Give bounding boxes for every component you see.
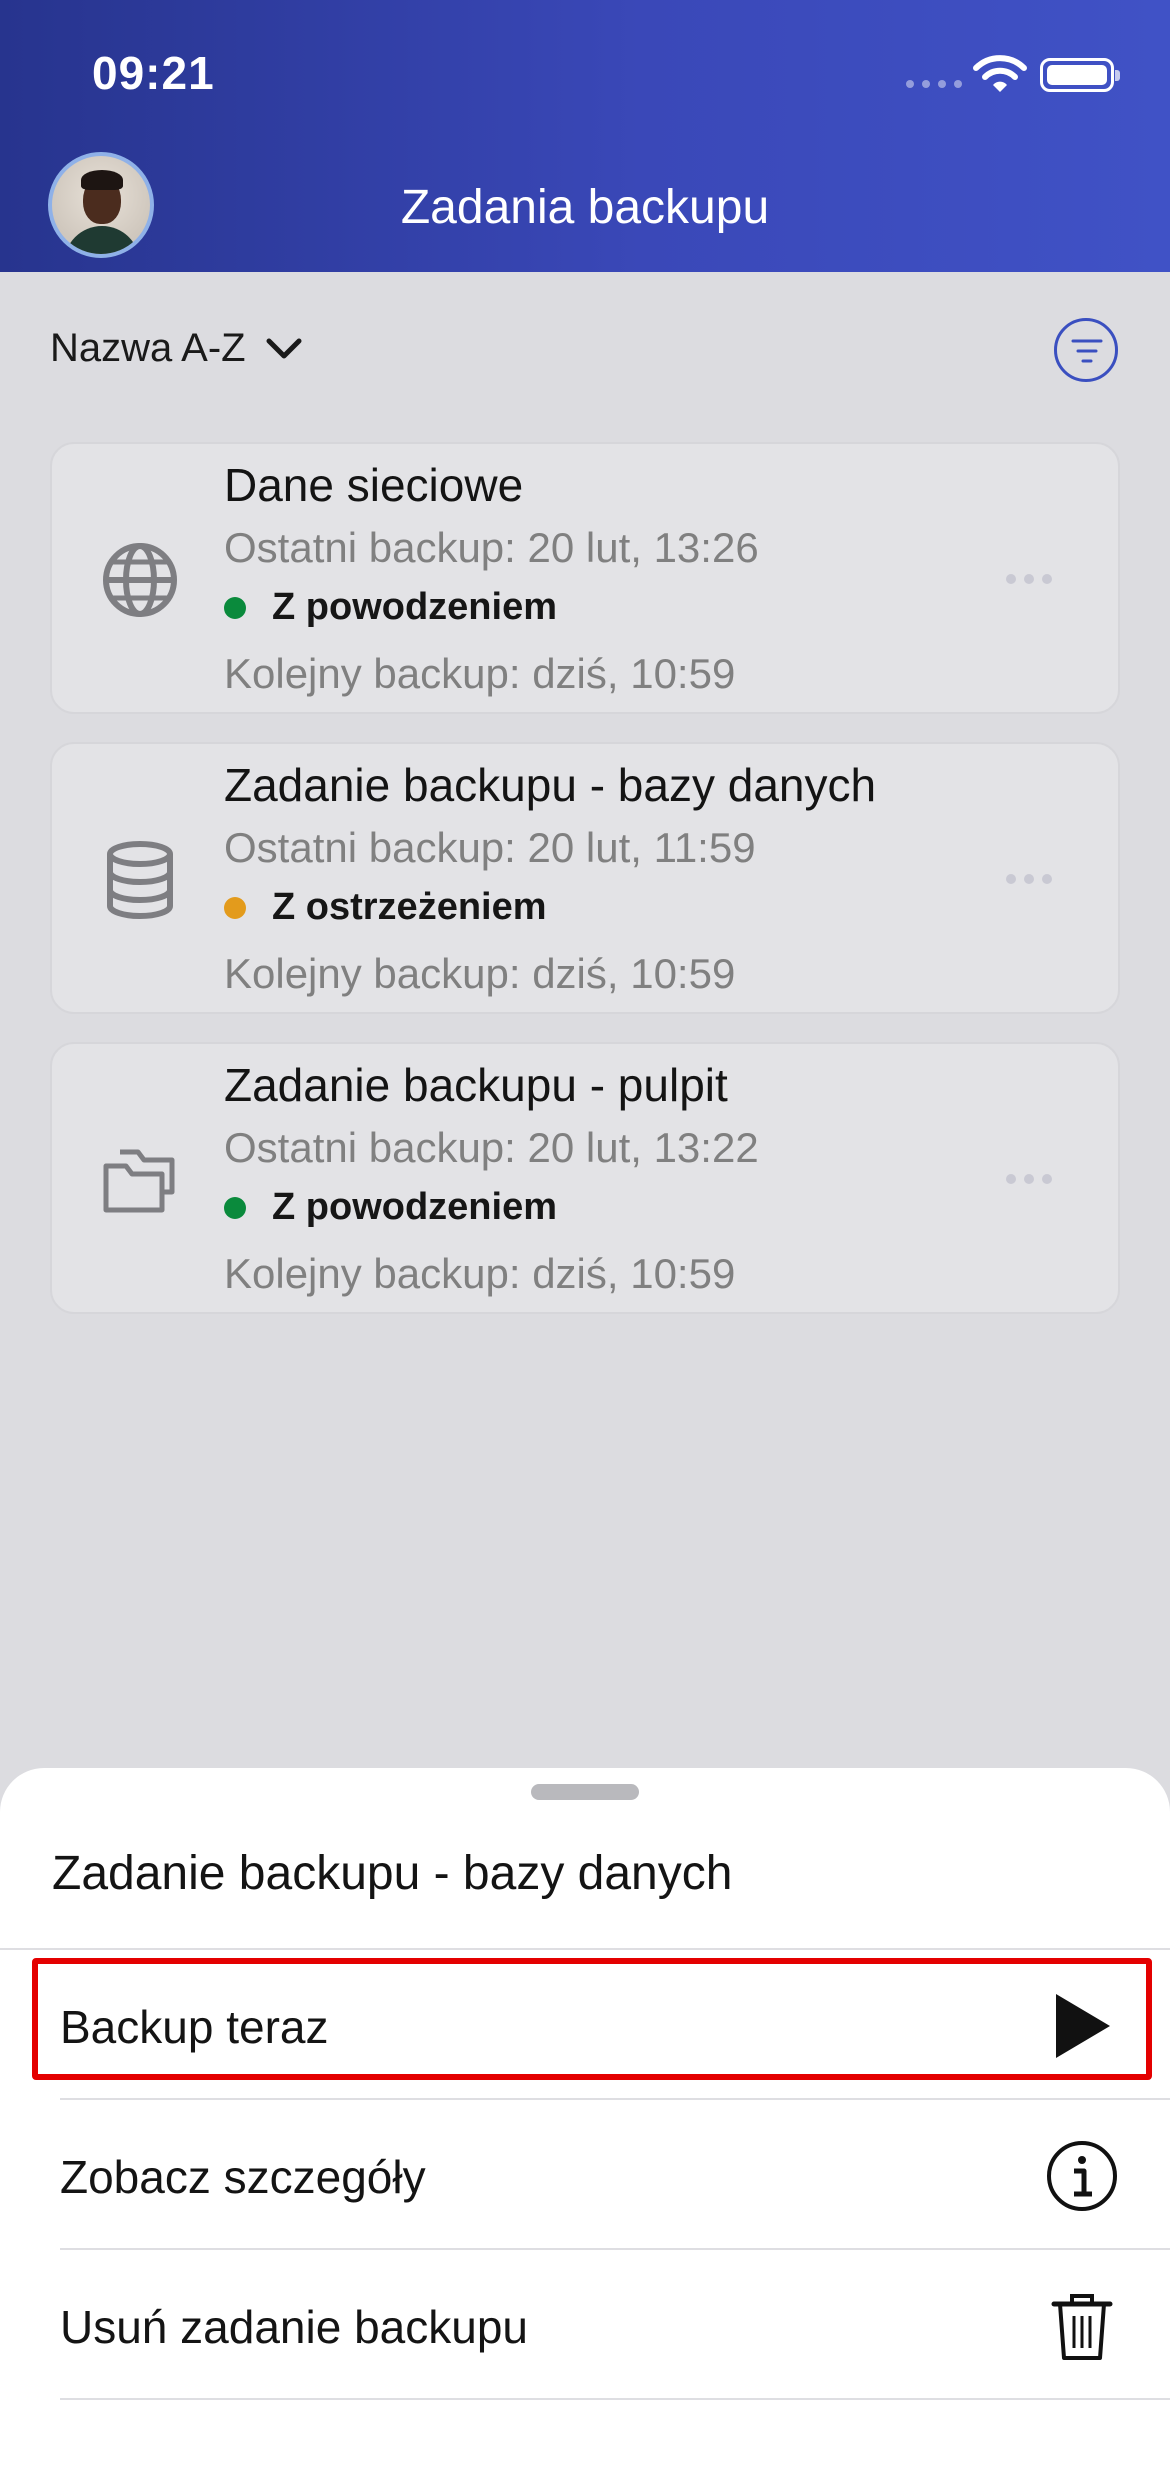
sheet-grabber[interactable]	[531, 1784, 639, 1800]
job-next-backup: Kolejny backup: dziś, 10:59	[224, 650, 736, 697]
job-next-backup: Kolejny backup: dziś, 10:59	[224, 950, 736, 997]
status-dot	[224, 1196, 246, 1219]
highlight-box	[32, 1958, 1152, 2080]
job-title: Zadanie backupu - bazy danych	[224, 759, 877, 811]
job-status-label: Z powodzeniem	[272, 586, 557, 628]
job-card[interactable]: Dane sieciowe Ostatni backup: 20 lut, 13…	[50, 442, 1120, 714]
status-time: 09:21	[92, 47, 215, 99]
divider	[0, 1948, 1170, 1950]
job-status: Z powodzeniem	[224, 1186, 557, 1229]
job-status: Z powodzeniem	[224, 586, 557, 629]
sheet-title: Zadanie backupu - bazy danych	[52, 1847, 733, 1900]
delete-job-label: Usuń zadanie backupu	[60, 2301, 528, 2353]
job-next-backup: Kolejny backup: dziś, 10:59	[224, 1250, 736, 1297]
cellular-signal-icon	[906, 80, 962, 88]
status-dot	[224, 896, 246, 919]
more-options-icon[interactable]	[1006, 874, 1052, 884]
info-icon	[1047, 2141, 1117, 2211]
sort-dropdown[interactable]: Nazwa A-Z	[50, 326, 302, 371]
view-details-button[interactable]: Zobacz szczegóły	[60, 2116, 1120, 2234]
more-options-icon[interactable]	[1006, 1174, 1052, 1184]
job-last-backup: Ostatni backup: 20 lut, 11:59	[224, 824, 756, 871]
globe-icon	[103, 543, 177, 617]
folders-icon	[103, 1149, 175, 1213]
delete-job-button[interactable]: Usuń zadanie backupu	[60, 2266, 1120, 2384]
database-icon	[107, 841, 173, 919]
job-title: Zadanie backupu - pulpit	[224, 1059, 728, 1111]
status-dot	[224, 596, 246, 619]
trash-icon	[1051, 2294, 1113, 2360]
view-details-label: Zobacz szczegóły	[60, 2151, 426, 2203]
job-status-label: Z powodzeniem	[272, 1186, 557, 1228]
chevron-down-icon	[266, 338, 302, 358]
divider	[60, 2248, 1170, 2250]
wifi-icon	[973, 55, 1027, 92]
job-card[interactable]: Zadanie backupu - bazy danych Ostatni ba…	[50, 742, 1120, 1014]
job-card[interactable]: Zadanie backupu - pulpit Ostatni backup:…	[50, 1042, 1120, 1314]
battery-icon	[1040, 58, 1120, 92]
job-status-label: Z ostrzeżeniem	[272, 886, 547, 928]
app-header: 09:21 Zadania backupu	[0, 0, 1170, 272]
job-last-backup: Ostatni backup: 20 lut, 13:26	[224, 524, 759, 571]
sort-label: Nazwa A-Z	[50, 326, 246, 370]
filter-icon	[1071, 339, 1103, 363]
divider	[60, 2398, 1170, 2400]
job-title: Dane sieciowe	[224, 459, 524, 511]
filter-button[interactable]	[1054, 318, 1118, 382]
page-title: Zadania backupu	[400, 181, 770, 234]
job-last-backup: Ostatni backup: 20 lut, 13:22	[224, 1124, 759, 1171]
job-status: Z ostrzeżeniem	[224, 886, 547, 929]
more-options-icon[interactable]	[1006, 574, 1052, 584]
divider	[60, 2098, 1170, 2100]
action-sheet: Zadanie backupu - bazy danych Backup ter…	[0, 1768, 1170, 2483]
